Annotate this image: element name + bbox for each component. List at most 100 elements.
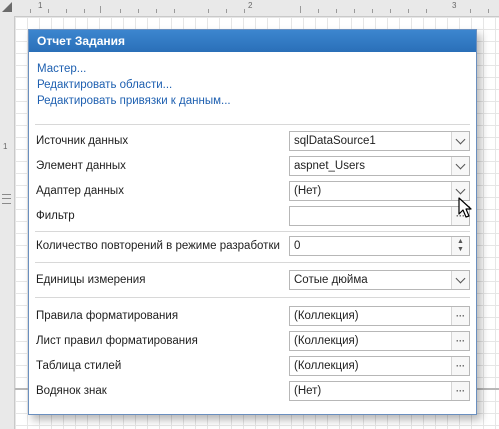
formatting-rules-field[interactable]: (Коллекция) ··· <box>289 306 470 326</box>
datasource-row: Источник данных sqlDataSource1 <box>29 131 476 153</box>
ruler-tick <box>470 9 471 13</box>
ruler-number: 1 <box>3 142 8 151</box>
chevron-down-icon <box>455 134 466 145</box>
ruler-tick <box>354 9 355 13</box>
dropdown-button[interactable] <box>451 182 469 200</box>
ruler-tick <box>138 9 139 13</box>
task-links: Мастер... Редактировать области... Редак… <box>29 52 476 109</box>
ellipsis-button[interactable]: ··· <box>451 332 469 350</box>
ellipsis-icon: ··· <box>456 336 465 346</box>
ellipsis-icon: ··· <box>456 361 465 371</box>
stylesheet-field[interactable]: (Коллекция) ··· <box>289 356 470 376</box>
horizontal-ruler: 1 2 3 <box>0 0 499 17</box>
formatting-rules-row: Правила форматирования (Коллекция) ··· <box>29 306 476 328</box>
ellipsis-icon: ··· <box>456 211 465 221</box>
divider <box>35 231 470 232</box>
stylesheet-label: Таблица стилей <box>36 360 122 372</box>
ruler-number: 3 <box>452 1 457 10</box>
filter-row: Фильтр ··· <box>29 206 476 228</box>
ruler-tick <box>156 9 157 13</box>
dropdown-button[interactable] <box>451 132 469 150</box>
vertical-ruler: 1 <box>0 16 15 429</box>
ellipsis-icon: ··· <box>456 386 465 396</box>
dropdown-button[interactable] <box>451 157 469 175</box>
spinner-buttons[interactable]: ▲ ▼ <box>451 237 469 255</box>
divider <box>35 262 470 263</box>
repeat-count-label: Количество повторений в режиме разработк… <box>36 240 280 252</box>
ruler-tick <box>426 9 427 13</box>
units-value: Сотые дюйма <box>294 274 368 286</box>
chevron-down-icon <box>455 273 466 284</box>
wizard-link[interactable]: Мастер... <box>37 61 476 77</box>
ruler-tick <box>48 9 49 13</box>
ruler-tick <box>408 9 409 13</box>
dataadapter-dropdown[interactable]: (Нет) <box>289 181 470 201</box>
ellipsis-button[interactable]: ··· <box>451 357 469 375</box>
ruler-tick <box>30 9 31 13</box>
report-tasks-panel: Отчет Задания Мастер... Редактировать об… <box>28 29 477 415</box>
ruler-tick <box>120 9 121 13</box>
panel-title: Отчет Задания <box>29 30 476 52</box>
ruler-number: 2 <box>248 1 253 10</box>
ruler-tick <box>226 9 227 13</box>
units-dropdown[interactable]: Сотые дюйма <box>289 270 470 290</box>
edit-bands-link[interactable]: Редактировать области... <box>37 77 476 93</box>
ruler-tick <box>488 9 489 13</box>
ruler-number: 1 <box>38 1 43 10</box>
ruler-tick <box>390 9 391 13</box>
ellipsis-button[interactable]: ··· <box>451 382 469 400</box>
datamember-value: aspnet_Users <box>294 160 365 172</box>
datamember-label: Элемент данных <box>36 160 126 172</box>
datasource-dropdown[interactable]: sqlDataSource1 <box>289 131 470 151</box>
band-gripper-icon[interactable] <box>2 194 11 204</box>
ruler-tick <box>300 6 301 13</box>
dropdown-button[interactable] <box>451 271 469 289</box>
watermark-value: (Нет) <box>294 385 322 397</box>
ruler-tick <box>318 9 319 13</box>
ruler-tick <box>336 9 337 13</box>
ruler-tick <box>208 9 209 13</box>
formatting-sheet-value: (Коллекция) <box>294 335 359 347</box>
chevron-down-icon <box>455 184 466 195</box>
datasource-value: sqlDataSource1 <box>294 135 376 147</box>
formatting-sheet-field[interactable]: (Коллекция) ··· <box>289 331 470 351</box>
stylesheet-value: (Коллекция) <box>294 360 359 372</box>
units-label: Единицы измерения <box>36 274 146 286</box>
filter-field[interactable]: ··· <box>289 206 470 226</box>
repeat-count-value: 0 <box>294 240 301 252</box>
formatting-sheet-row: Лист правил форматирования (Коллекция) ·… <box>29 331 476 353</box>
chevron-down-icon <box>455 159 466 170</box>
ellipsis-icon: ··· <box>456 311 465 321</box>
datamember-dropdown[interactable]: aspnet_Users <box>289 156 470 176</box>
ruler-tick <box>66 9 67 13</box>
edit-bindings-link[interactable]: Редактировать привязки к данным... <box>37 93 476 109</box>
formatting-rules-label: Правила форматирования <box>36 310 179 322</box>
ellipsis-button[interactable]: ··· <box>451 207 469 225</box>
repeat-count-row: Количество повторений в режиме разработк… <box>29 236 476 258</box>
ruler-tick <box>372 9 373 13</box>
formatting-rules-value: (Коллекция) <box>294 310 359 322</box>
ruler-tick <box>100 6 101 13</box>
dataadapter-value: (Нет) <box>294 185 322 197</box>
watermark-row: Водянок знак (Нет) ··· <box>29 381 476 403</box>
datamember-row: Элемент данных aspnet_Users <box>29 156 476 178</box>
ruler-tick <box>84 9 85 13</box>
filter-label: Фильтр <box>36 210 75 222</box>
datasource-label: Источник данных <box>36 135 129 147</box>
watermark-field[interactable]: (Нет) ··· <box>289 381 470 401</box>
dataadapter-label: Адаптер данных <box>36 185 124 197</box>
ruler-tick <box>244 9 245 13</box>
stylesheet-row: Таблица стилей (Коллекция) ··· <box>29 356 476 378</box>
spinner-down-icon[interactable]: ▼ <box>457 246 464 254</box>
ellipsis-button[interactable]: ··· <box>451 307 469 325</box>
ruler-tick <box>174 9 175 13</box>
formatting-sheet-label: Лист правил форматирования <box>36 335 198 347</box>
divider <box>35 124 470 125</box>
divider <box>35 297 470 298</box>
repeat-count-spinner[interactable]: 0 ▲ ▼ <box>289 236 470 256</box>
dataadapter-row: Адаптер данных (Нет) <box>29 181 476 203</box>
ruler-corner-icon <box>2 2 12 12</box>
spinner-up-icon[interactable]: ▲ <box>457 238 464 246</box>
watermark-label: Водянок знак <box>36 385 107 397</box>
units-row: Единицы измерения Сотые дюйма <box>29 270 476 292</box>
